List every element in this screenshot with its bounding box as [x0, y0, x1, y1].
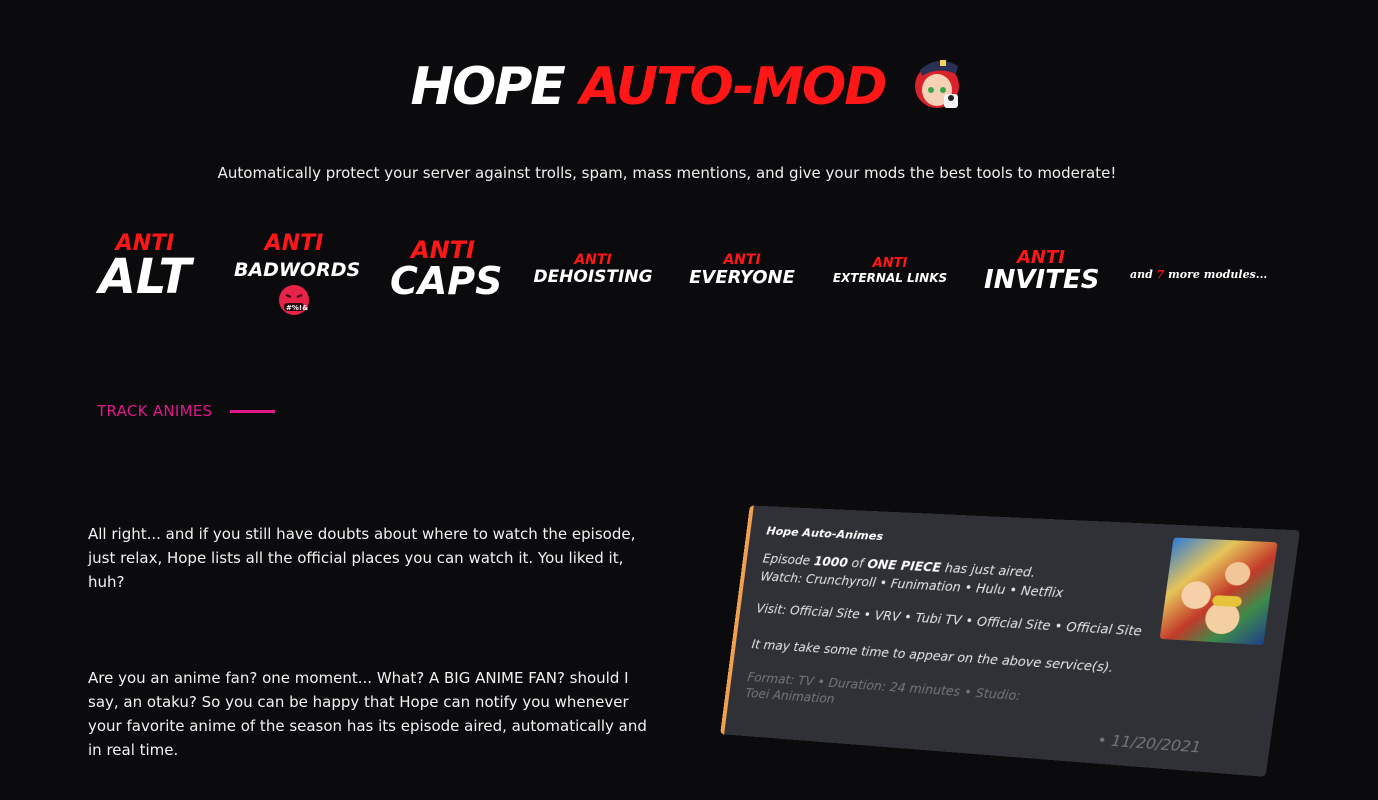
more-suffix: more modules... — [1164, 268, 1268, 281]
more-prefix: and — [1130, 268, 1157, 281]
module-name: DEHOISTING — [533, 267, 653, 287]
censored-text: #%!& — [286, 304, 309, 312]
module-anti-label: ANTI — [264, 231, 324, 256]
card-footer: Format: TV • Duration: 24 minutes • Stud… — [744, 670, 1022, 707]
module-name: CAPS — [390, 259, 503, 303]
hero-title: HOPE AUTO-MOD — [0, 52, 1378, 122]
angry-emoji-icon: #%!& — [278, 284, 310, 316]
module-anti-external-links: ANTI EXTERNAL LINKS — [830, 257, 950, 284]
module-name: ALT — [98, 249, 192, 305]
section-divider — [230, 410, 275, 413]
module-anti-alt: ANTI ALT — [96, 233, 194, 305]
hero-title-red: AUTO-MOD — [579, 57, 887, 117]
paragraph-anime-fan: Are you an anime fan? one moment... What… — [88, 669, 647, 759]
mascot-icon — [910, 52, 968, 110]
module-anti-caps: ANTI CAPS — [390, 238, 503, 303]
module-anti-label: ANTI — [574, 252, 612, 268]
module-anti-dehoisting: ANTI DEHOISTING — [533, 253, 653, 286]
module-anti-everyone: ANTI EVERYONE — [688, 253, 796, 287]
episode-suffix: has just aired. — [940, 560, 1037, 581]
module-name: INVITES — [984, 265, 1100, 295]
more-modules-text: and 7 more modules... — [1130, 268, 1267, 281]
module-name: EXTERNAL LINKS — [832, 271, 948, 285]
module-name: EVERYONE — [689, 267, 795, 288]
card-date: • 11/20/2021 — [1096, 732, 1202, 757]
hero-subtitle: Automatically protect your server agains… — [217, 164, 1117, 182]
anime-notification-card: Hope Auto-Animes Episode 1000 of ONE PIE… — [720, 505, 1301, 777]
anime-name: ONE PIECE — [866, 556, 942, 575]
episode-prefix: Episode — [762, 551, 815, 569]
paragraph-official-places: All right... and if you still have doubt… — [88, 525, 636, 591]
anime-notification-card-wrapper: Hope Auto-Animes Episode 1000 of ONE PIE… — [720, 505, 1301, 777]
module-anti-badwords: ANTI BADWORDS #%!& — [234, 231, 361, 319]
episode-number: 1000 — [813, 554, 849, 570]
module-anti-label: ANTI — [872, 256, 908, 271]
section-label: TRACK ANIMES — [97, 402, 213, 420]
hero-title-white: HOPE — [410, 57, 580, 117]
episode-mid: of — [846, 555, 869, 571]
module-anti-invites: ANTI INVITES — [984, 249, 1100, 295]
module-anti-label: ANTI — [723, 252, 761, 268]
module-name: BADWORDS — [234, 259, 361, 281]
anime-thumbnail-image — [1159, 537, 1278, 646]
